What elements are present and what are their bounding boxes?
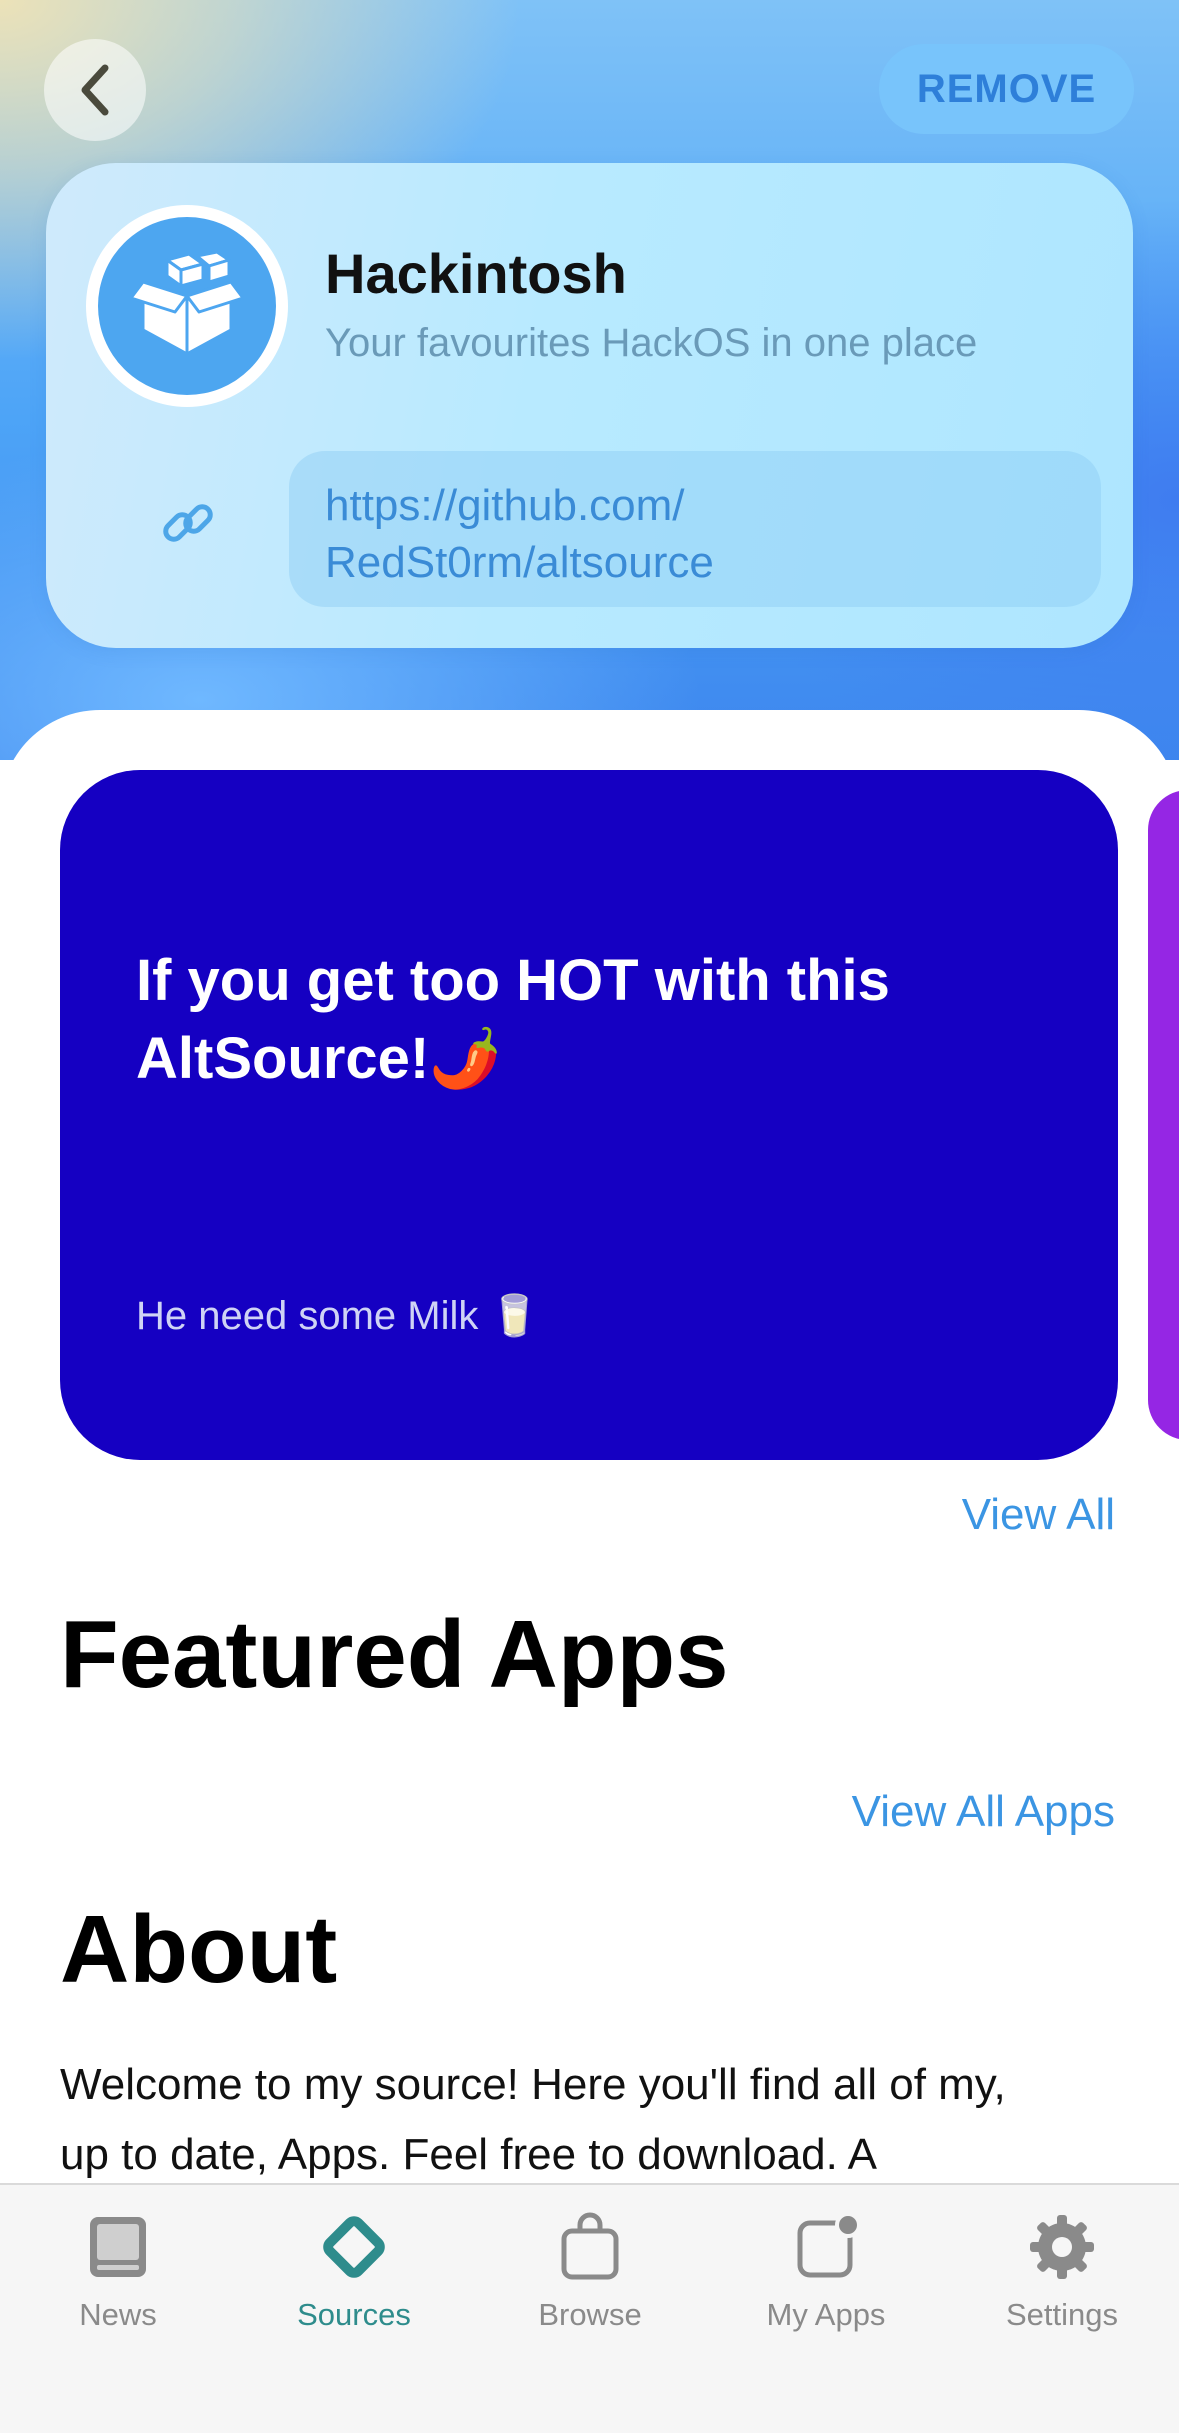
about-text: Welcome to my source! Here you'll find a… — [60, 2050, 1140, 2190]
news-icon — [90, 2217, 146, 2277]
tab-sources[interactable]: Sources — [236, 2185, 472, 2345]
my-apps-icon — [797, 2212, 861, 2278]
about-text-line1: Welcome to my source! Here you'll find a… — [60, 2060, 1006, 2109]
link-icon — [163, 504, 213, 542]
source-icon — [86, 205, 288, 407]
tab-news-label: News — [79, 2297, 157, 2332]
tab-my-apps[interactable]: My Apps — [708, 2185, 944, 2345]
gear-icon — [1030, 2215, 1094, 2279]
shopping-bag-icon — [561, 2212, 619, 2280]
tab-news[interactable]: News — [0, 2185, 236, 2345]
source-url[interactable]: https://github.com/ RedSt0rm/altsource — [289, 451, 1101, 607]
news-title: If you get too HOT with this AltSource!🌶… — [136, 942, 1036, 1098]
tab-browse[interactable]: Browse — [472, 2185, 708, 2345]
view-all-news-link[interactable]: View All — [962, 1490, 1115, 1540]
view-all-apps-link[interactable]: View All Apps — [852, 1787, 1115, 1837]
next-news-card[interactable] — [1148, 790, 1179, 1440]
source-card: Hackintosh Your favourites HackOS in one… — [46, 163, 1133, 648]
tab-settings[interactable]: Settings — [944, 2185, 1179, 2345]
remove-button[interactable]: REMOVE — [879, 44, 1134, 134]
news-title-line2: AltSource!🌶️ — [136, 1026, 502, 1091]
news-card[interactable]: If you get too HOT with this AltSource!🌶… — [60, 770, 1118, 1460]
tab-bar: News Sources Browse My Apps Settings — [0, 2183, 1179, 2433]
source-subtitle: Your favourites HackOS in one place — [325, 321, 978, 365]
chevron-left-icon — [81, 64, 109, 116]
tab-settings-label: Settings — [1005, 2297, 1118, 2332]
news-title-line1: If you get too HOT with this — [136, 948, 890, 1013]
sources-icon — [323, 2216, 385, 2278]
source-name: Hackintosh — [325, 242, 627, 305]
back-button[interactable] — [44, 39, 146, 141]
featured-apps-title: Featured Apps — [60, 1601, 729, 1708]
tab-my-apps-label: My Apps — [766, 2297, 886, 2332]
tab-browse-label: Browse — [538, 2297, 642, 2332]
tab-sources-label: Sources — [297, 2297, 411, 2332]
about-title: About — [60, 1896, 338, 2003]
source-url-line2: RedSt0rm/altsource — [325, 538, 714, 587]
source-url-line1: https://github.com/ — [325, 481, 685, 530]
news-caption: He need some Milk 🥛 — [136, 1294, 540, 1338]
about-text-line2: up to date, Apps. Feel free to download.… — [60, 2130, 878, 2179]
open-box-icon — [129, 250, 245, 356]
